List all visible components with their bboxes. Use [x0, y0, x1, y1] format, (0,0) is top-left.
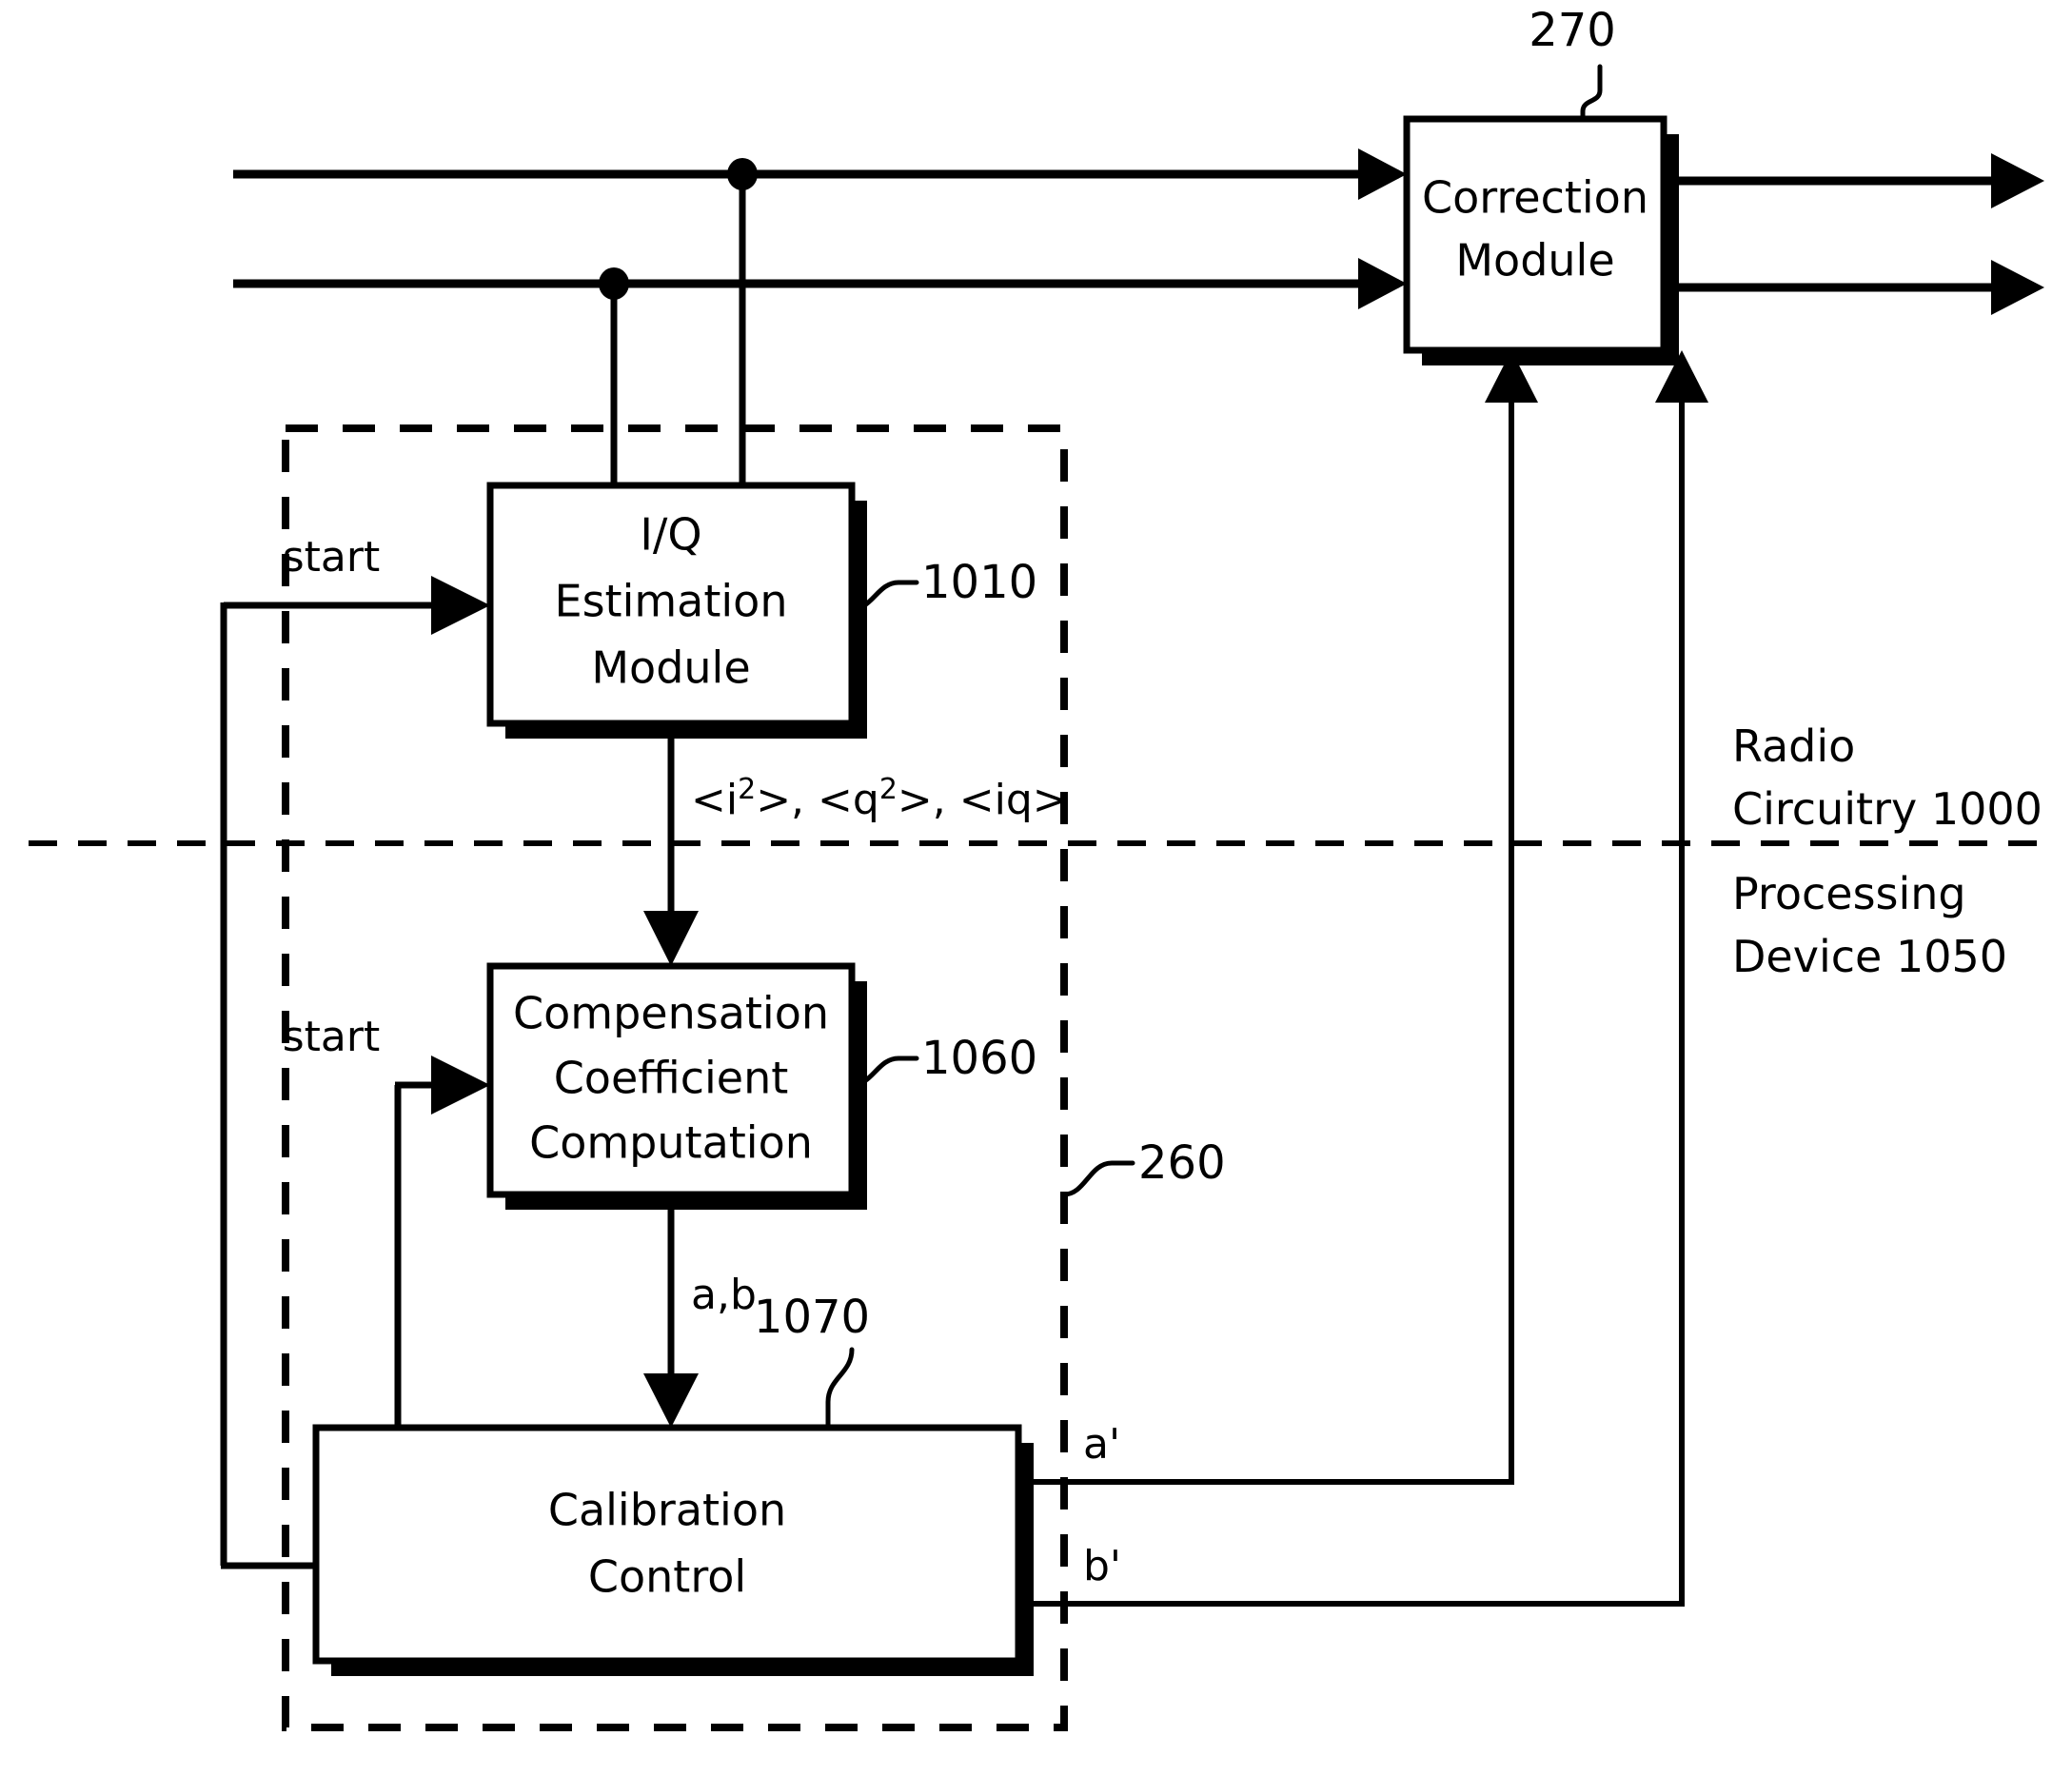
- radio-circuitry-label-line2: Circuitry 1000: [1732, 783, 2042, 835]
- ref-1070-leader: [825, 1347, 855, 1431]
- calibration-control-block[interactable]: Calibration Control: [312, 1424, 1034, 1676]
- b-prime-label: b': [1083, 1542, 1121, 1590]
- start-comp-label: start: [283, 1013, 380, 1061]
- figure-canvas: Correction Module 270 260 I/Q Estimation…: [0, 0, 2072, 1776]
- output-bus-group: [1664, 153, 2044, 315]
- compensation-coefficient-label-line1: Compensation: [513, 988, 829, 1039]
- calibration-control-label-line2: Control: [588, 1551, 746, 1603]
- calibration-control-label-line1: Calibration: [548, 1485, 786, 1536]
- ref-260-label: 260: [1138, 1136, 1226, 1190]
- estimates-arrowhead: [643, 911, 699, 966]
- a-prime-signal-group: a': [1018, 350, 1538, 1485]
- iq-estimation-module-block[interactable]: I/Q Estimation Module: [486, 482, 867, 739]
- junction-dot-upper: [727, 158, 758, 190]
- processing-device-label-line2: Device 1050: [1732, 931, 2007, 982]
- correction-module-label-line1: Correction: [1422, 172, 1648, 224]
- compensation-coefficient-label-line2: Coefficient: [554, 1053, 789, 1104]
- block-diagram-svg: Correction Module 270 260 I/Q Estimation…: [29, 4, 2056, 1731]
- output-bus-lower-arrowhead: [1991, 260, 2044, 315]
- ref-260-leader: [1061, 1160, 1135, 1197]
- calibration-control-ref-callout: 1070: [754, 1291, 870, 1431]
- iq-estimation-module-label-line1: I/Q: [640, 509, 701, 561]
- calibration-feedback-loop: [220, 602, 319, 1569]
- start-comp-arrowhead: [431, 1056, 490, 1115]
- compensation-coefficient-ref-callout: 1060: [849, 1032, 1037, 1088]
- output-bus-upper-arrowhead: [1991, 153, 2044, 208]
- compensation-coefficient-label-line3: Computation: [529, 1117, 813, 1169]
- iq-estimation-module-label-line2: Estimation: [555, 576, 788, 627]
- input-bus-lower-arrowhead: [1358, 258, 1407, 309]
- processing-device-label-line1: Processing: [1732, 868, 1966, 919]
- input-bus-group: [233, 148, 1407, 309]
- start-iq-label: start: [283, 533, 380, 582]
- estimates-label: <i2>, <q2>, <iq>: [691, 773, 1068, 824]
- ref-270-label: 270: [1529, 4, 1616, 57]
- b-prime-signal-group: b': [1018, 350, 1708, 1607]
- iq-estimation-ref-callout: 1010: [849, 556, 1037, 612]
- compensation-coefficient-block[interactable]: Compensation Coefficient Computation: [486, 962, 867, 1210]
- radio-circuitry-label-line1: Radio: [1732, 720, 1855, 772]
- a-prime-label: a': [1083, 1420, 1120, 1469]
- junction-dot-lower: [599, 267, 629, 300]
- region-labels-group: Radio Circuitry 1000 Processing Device 1…: [1732, 720, 2042, 982]
- ref-270-leader: [1580, 64, 1603, 122]
- ref-1070-label: 1070: [754, 1291, 870, 1344]
- coefficients-label: a,b: [691, 1271, 757, 1319]
- tap-lines-group: [599, 158, 758, 487]
- correction-module-block[interactable]: Correction Module: [1403, 115, 1679, 365]
- estimates-signal-group: <i2>, <q2>, <iq>: [643, 723, 1068, 966]
- coefficients-signal-group: a,b: [643, 1194, 757, 1428]
- iq-estimation-module-label-line3: Module: [591, 642, 750, 694]
- start-iq-signal-group: start: [224, 533, 490, 635]
- start-iq-arrowhead: [431, 576, 490, 635]
- correction-module-label-line2: Module: [1455, 235, 1614, 286]
- correction-module-ref-callout: 270: [1529, 4, 1616, 122]
- coefficients-arrowhead: [643, 1373, 699, 1428]
- ref-1060-label: 1060: [921, 1032, 1037, 1085]
- start-comp-signal-group: start: [283, 1013, 490, 1458]
- input-bus-upper-arrowhead: [1358, 148, 1407, 200]
- calibration-control-box: [312, 1424, 1022, 1665]
- ref-1010-label: 1010: [921, 556, 1037, 609]
